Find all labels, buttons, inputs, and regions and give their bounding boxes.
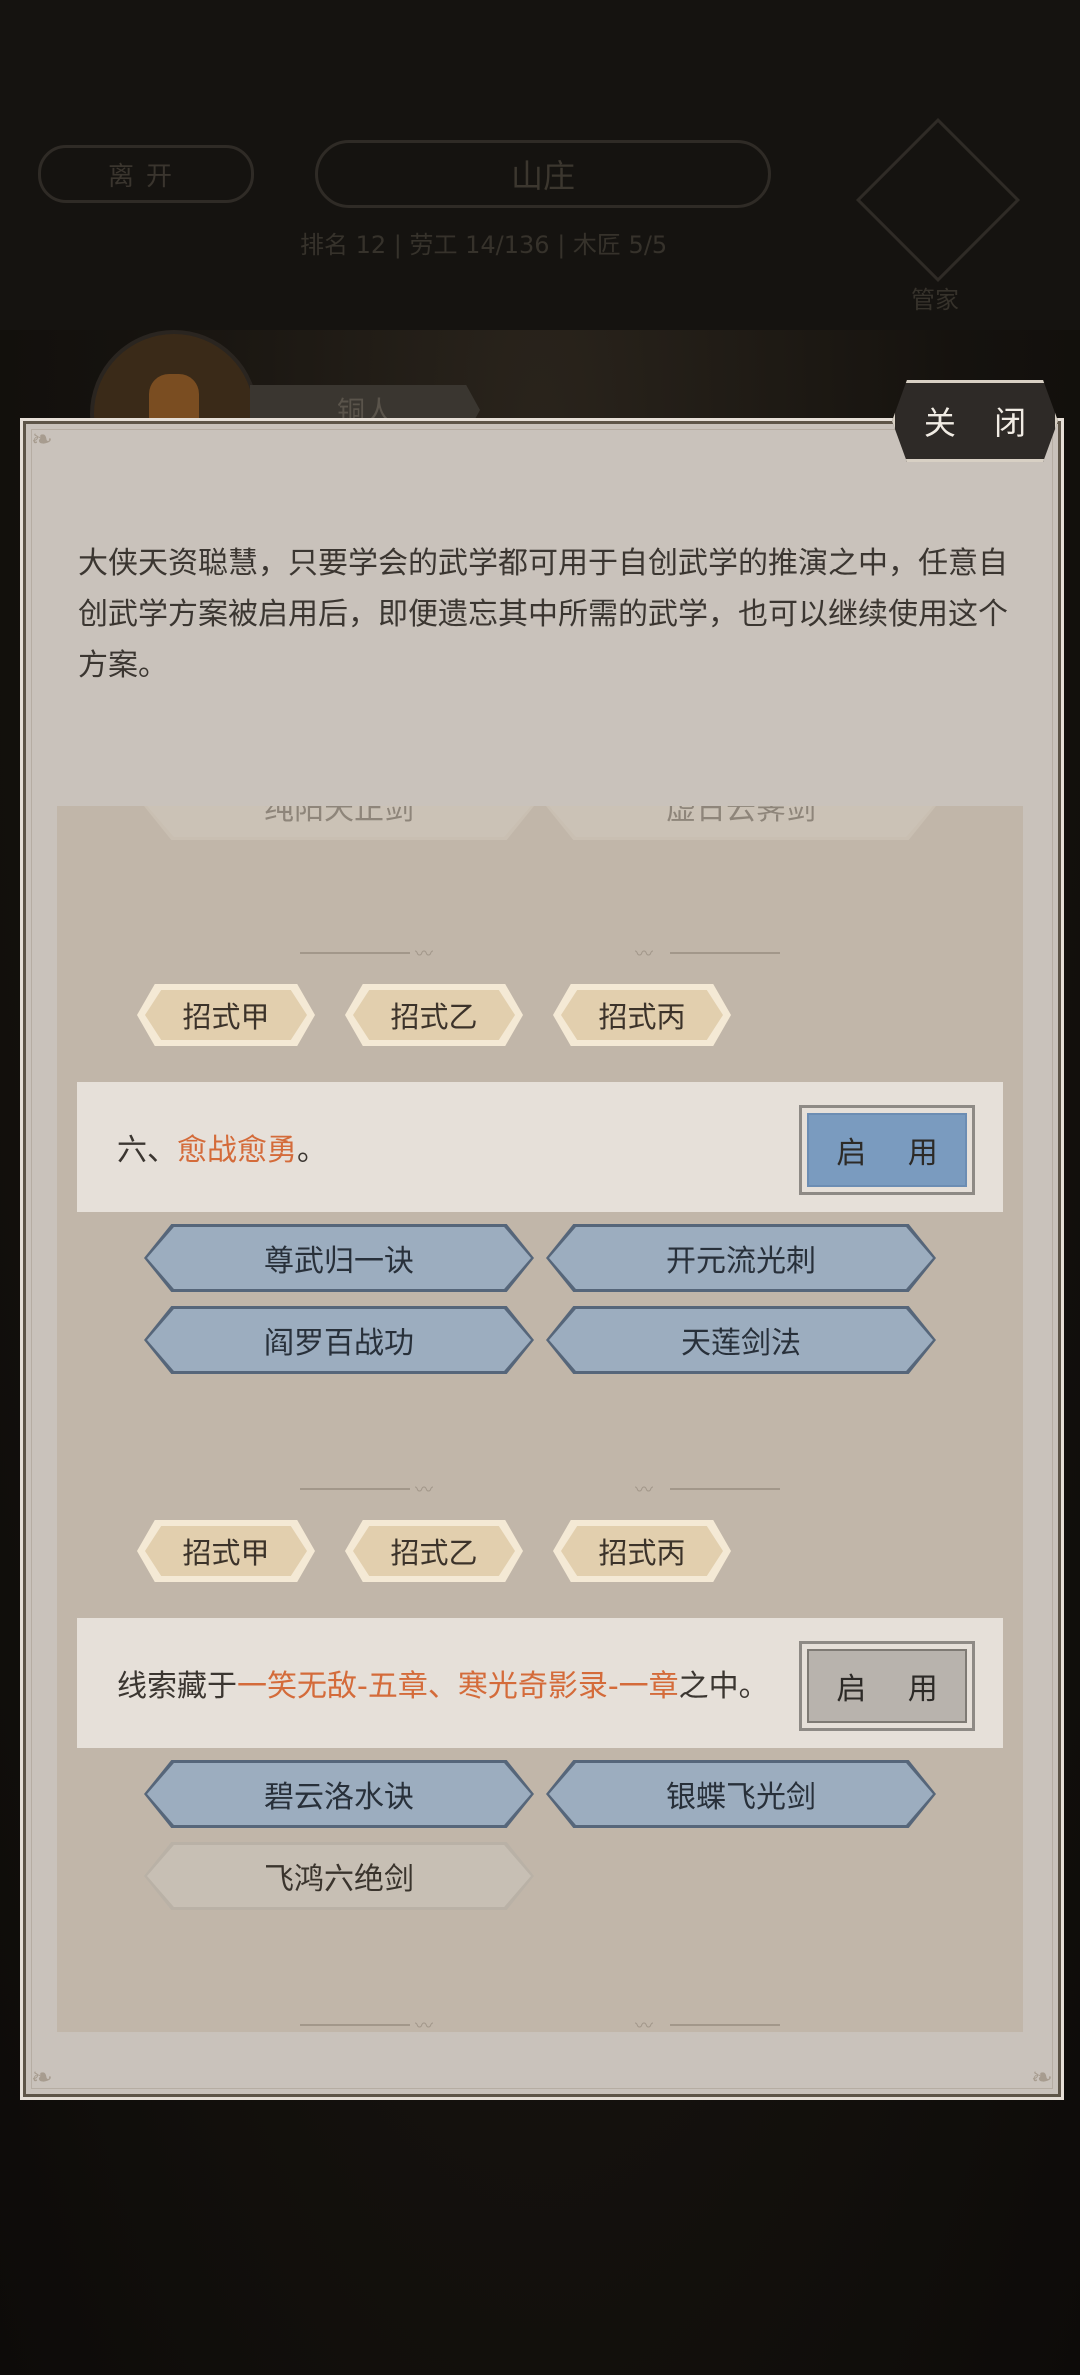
scheme-title: 线索藏于 一笑无敌-五章、寒光奇影录-一章 之中。 [117, 1669, 769, 1704]
move-tab[interactable]: 招式丙 [553, 1520, 731, 1582]
move-tab[interactable]: 招式乙 [345, 1520, 523, 1582]
scheme-header: 线索藏于 一笑无敌-五章、寒光奇影录-一章 之中。 启 用 [77, 1618, 1003, 1748]
enable-button[interactable]: 启 用 [799, 1641, 975, 1731]
butler-icon[interactable] [855, 117, 1021, 283]
skill-pill[interactable]: 阎罗百战功 [144, 1306, 534, 1374]
skill-pill[interactable]: 开元流光刺 [546, 1224, 936, 1292]
top-bar: 离开 山庄 排名 12 | 劳工 14/136 | 木匠 5/5 管家 [0, 0, 1080, 330]
skill-pill-unlearned[interactable]: 飞鸿六绝剑 [144, 1842, 534, 1910]
skill-pill: 纯阳天正剑 [144, 806, 534, 840]
close-button[interactable]: 关 闭 [892, 380, 1058, 462]
move-tab[interactable]: 招式甲 [137, 984, 315, 1046]
move-tab[interactable]: 招式乙 [345, 984, 523, 1046]
skill-pill: 虚日云霁剑 [546, 806, 936, 840]
stats-line: 排名 12 | 劳工 14/136 | 木匠 5/5 [300, 231, 668, 259]
move-tab[interactable]: 招式甲 [137, 1520, 315, 1582]
scheme-header: 六、 愈战愈勇。 启 用 [77, 1082, 1003, 1212]
ornament-divider: 〰 〰 [240, 944, 840, 965]
leave-button[interactable]: 离开 [38, 145, 254, 203]
skill-pill[interactable]: 碧云洛水诀 [144, 1760, 534, 1828]
scheme-list[interactable]: 纯阳天正剑 虚日云霁剑 〰 〰 招式甲 招式乙 招式丙 六、 愈战愈勇。 启 用 … [57, 806, 1023, 2032]
location-title: 山庄 [315, 140, 771, 208]
move-tab[interactable]: 招式丙 [553, 984, 731, 1046]
ornament-divider: 〰 〰 [240, 2016, 840, 2032]
ornament-divider: 〰 〰 [240, 1480, 840, 1501]
modal-description: 大侠天资聪慧，只要学会的武学都可用于自创武学的推演之中，任意自创武学方案被启用后… [78, 546, 1008, 683]
scheme-title: 六、 愈战愈勇。 [117, 1133, 327, 1168]
skill-pill[interactable]: 天莲剑法 [546, 1306, 936, 1374]
corner-ornament-icon: ❧ [1031, 2063, 1053, 2093]
skill-pill[interactable]: 银蝶飞光剑 [546, 1760, 936, 1828]
butler-label: 管家 [911, 286, 959, 314]
corner-ornament-icon: ❧ [31, 2063, 53, 2093]
skill-pill[interactable]: 尊武归一诀 [144, 1224, 534, 1292]
enable-button[interactable]: 启 用 [799, 1105, 975, 1195]
corner-ornament-icon: ❧ [31, 425, 53, 455]
